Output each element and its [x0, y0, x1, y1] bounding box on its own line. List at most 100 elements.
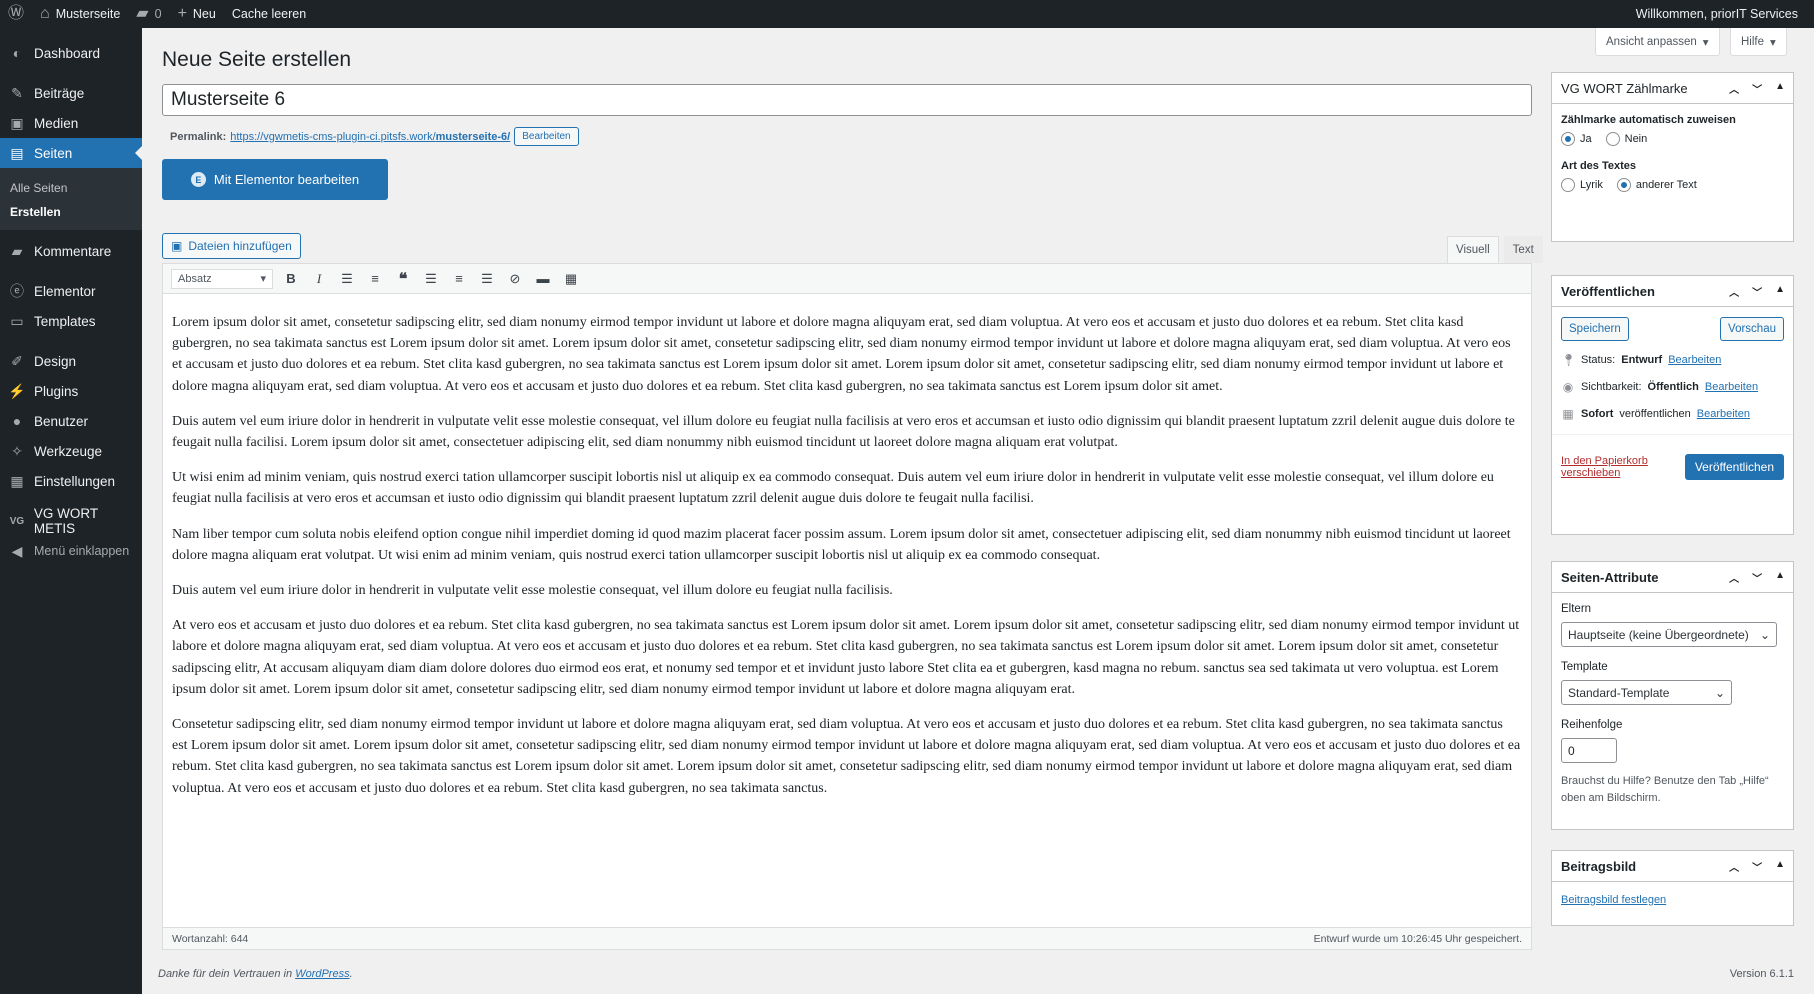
move-up-icon[interactable]: ︿: [1729, 81, 1739, 96]
wordpress-logo[interactable]: Ⓦ: [0, 0, 32, 28]
sidebar-item-templates[interactable]: ▭ Templates: [0, 306, 142, 336]
bullet-list-icon[interactable]: ☰: [337, 271, 357, 287]
radio-no[interactable]: Nein: [1605, 132, 1647, 146]
attributes-help-text: Brauchst du Hilfe? Benutze den Tab „Hilf…: [1561, 775, 1769, 804]
preview-button[interactable]: Vorschau: [1720, 317, 1784, 341]
tab-visual[interactable]: Visuell: [1447, 236, 1499, 263]
word-count: Wortanzahl: 644: [172, 932, 249, 945]
move-up-icon[interactable]: ︿: [1729, 859, 1739, 874]
brush-icon: ✐: [11, 352, 23, 369]
edit-visibility-link[interactable]: Bearbeiten: [1705, 381, 1758, 393]
visibility-value: Öffentlich: [1647, 381, 1699, 393]
sidebar-item-posts[interactable]: ✎ Beiträge: [0, 78, 142, 108]
sidebar-item-users[interactable]: ● Benutzer: [0, 406, 142, 436]
sidebar-item-comments[interactable]: ▰ Kommentare: [0, 236, 142, 266]
footer-period: .: [349, 968, 353, 980]
dashboard-icon: ◐: [12, 45, 22, 61]
radio-empty-icon: [1561, 178, 1575, 192]
move-to-trash-link[interactable]: In den Papierkorb verschieben: [1561, 455, 1685, 479]
collapse-menu-button[interactable]: ◀ Menü einklappen: [0, 536, 142, 566]
footer-thanks: Danke für dein Vertrauen in WordPress.: [158, 968, 353, 980]
bold-icon[interactable]: B: [281, 271, 301, 286]
add-media-button[interactable]: ▣ Dateien hinzufügen: [162, 233, 301, 259]
permalink-link[interactable]: https://vgwmetis-cms-plugin-ci.pitsfs.wo…: [230, 131, 510, 143]
sidebar-item-plugins[interactable]: ⚡ Plugins: [0, 376, 142, 406]
sidebar-item-media[interactable]: ▣ Medien: [0, 108, 142, 138]
screen-options-button[interactable]: Ansicht anpassen ▾: [1595, 28, 1720, 56]
edit-with-elementor-button[interactable]: E Mit Elementor bearbeiten: [162, 159, 388, 200]
toggle-icon[interactable]: ▲: [1775, 284, 1785, 299]
featured-image-header[interactable]: Beitragsbild ︿ ﹀ ▲: [1552, 851, 1793, 882]
tab-text[interactable]: Text: [1503, 236, 1543, 263]
visibility-row: ◉ Sichtbarkeit: Öffentlich Bearbeiten: [1561, 380, 1784, 394]
submenu-create[interactable]: Erstellen: [0, 200, 142, 224]
edit-status-link[interactable]: Bearbeiten: [1668, 354, 1721, 366]
sidebar-item-elementor[interactable]: ⓔ Elementor: [0, 276, 142, 306]
radio-yes[interactable]: Ja: [1561, 132, 1592, 146]
move-down-icon[interactable]: ﹀: [1752, 284, 1762, 299]
align-center-icon[interactable]: ≡: [449, 271, 469, 286]
order-input[interactable]: 0: [1561, 738, 1617, 763]
publish-box-title: Veröffentlichen: [1561, 283, 1655, 299]
editor-content[interactable]: Lorem ipsum dolor sit amet, consetetur s…: [163, 294, 1531, 799]
sidebar-item-settings[interactable]: ▦ Einstellungen: [0, 466, 142, 496]
eye-icon: ◉: [1562, 380, 1574, 394]
help-button[interactable]: Hilfe ▾: [1730, 28, 1787, 56]
new-content-link[interactable]: + Neu: [170, 0, 224, 28]
sidebar-label: Menü einklappen: [34, 544, 130, 558]
move-down-icon[interactable]: ﹀: [1752, 859, 1762, 874]
account-link[interactable]: Willkommen, priorIT Services: [1628, 0, 1814, 28]
page-attributes-header[interactable]: Seiten-Attribute ︿ ﹀ ▲: [1552, 562, 1793, 593]
pin-icon: ✎: [11, 84, 23, 101]
template-select[interactable]: Standard-Template ⌄: [1561, 680, 1732, 705]
sidebar-item-dashboard[interactable]: ◐ Dashboard: [0, 38, 142, 68]
parent-select[interactable]: Hauptseite (keine Übergeordnete) ⌄: [1561, 622, 1777, 647]
pages-submenu: Alle Seiten Erstellen: [0, 168, 142, 230]
toggle-icon[interactable]: ▲: [1775, 859, 1785, 874]
numbered-list-icon[interactable]: ≡: [365, 271, 385, 286]
move-down-icon[interactable]: ﹀: [1752, 81, 1762, 96]
radio-lyric[interactable]: Lyrik: [1561, 178, 1603, 192]
folder-icon: ▭: [10, 312, 24, 329]
edit-schedule-link[interactable]: Bearbeiten: [1697, 408, 1750, 420]
sidebar-item-vgwort[interactable]: VG VG WORT METIS: [0, 506, 142, 536]
format-select[interactable]: Absatz ▾: [171, 268, 273, 289]
wordpress-link[interactable]: WordPress: [295, 968, 349, 980]
link-icon[interactable]: ⊘: [505, 271, 525, 287]
comment-icon: ▰: [11, 242, 23, 259]
publish-box-header[interactable]: Veröffentlichen ︿ ﹀ ▲: [1552, 276, 1793, 307]
box-controls: ︿ ﹀ ▲: [1729, 284, 1793, 299]
radio-checked-icon: [1561, 132, 1575, 146]
set-featured-image-link[interactable]: Beitragsbild festlegen: [1561, 894, 1666, 906]
sidebar-item-design[interactable]: ✐ Design: [0, 346, 142, 376]
comments-link[interactable]: ▰ 0: [128, 0, 169, 28]
sidebar-item-pages[interactable]: ▤ Seiten: [0, 138, 142, 168]
submenu-all-pages[interactable]: Alle Seiten: [0, 176, 142, 200]
post-title-input[interactable]: Musterseite 6: [162, 84, 1532, 116]
read-more-icon[interactable]: ▬: [533, 271, 553, 286]
media-icon: ▣: [171, 239, 183, 253]
permalink-edit-button[interactable]: Bearbeiten: [514, 127, 579, 146]
align-left-icon[interactable]: ☰: [421, 271, 441, 287]
clear-cache-link[interactable]: Cache leeren: [224, 0, 314, 28]
radio-other-text[interactable]: anderer Text: [1616, 178, 1697, 192]
save-draft-button[interactable]: Speichern: [1561, 317, 1629, 341]
publish-button[interactable]: Veröffentlichen: [1684, 454, 1784, 480]
align-right-icon[interactable]: ☰: [477, 271, 497, 287]
caret-down-icon: ▾: [1770, 36, 1776, 49]
move-up-icon[interactable]: ︿: [1729, 284, 1739, 299]
quote-icon[interactable]: ❝: [393, 269, 413, 289]
italic-icon[interactable]: I: [309, 271, 329, 287]
move-down-icon[interactable]: ﹀: [1752, 570, 1762, 585]
vgwort-box-header[interactable]: VG WORT Zählmarke ︿ ﹀ ▲: [1552, 73, 1793, 104]
schedule-label: veröffentlichen: [1619, 408, 1691, 420]
toolbar-toggle-icon[interactable]: ▦: [561, 271, 581, 287]
toggle-icon[interactable]: ▲: [1775, 570, 1785, 585]
sidebar-item-tools[interactable]: ✧ Werkzeuge: [0, 436, 142, 466]
auto-assign-label: Zählmarke automatisch zuweisen: [1561, 114, 1736, 126]
version-text: Version 6.1.1: [1729, 968, 1794, 980]
toggle-icon[interactable]: ▲: [1775, 81, 1785, 96]
move-up-icon[interactable]: ︿: [1729, 570, 1739, 585]
caret-down-icon: ▾: [1702, 36, 1709, 49]
site-name-link[interactable]: ⌂ Musterseite: [32, 0, 128, 28]
